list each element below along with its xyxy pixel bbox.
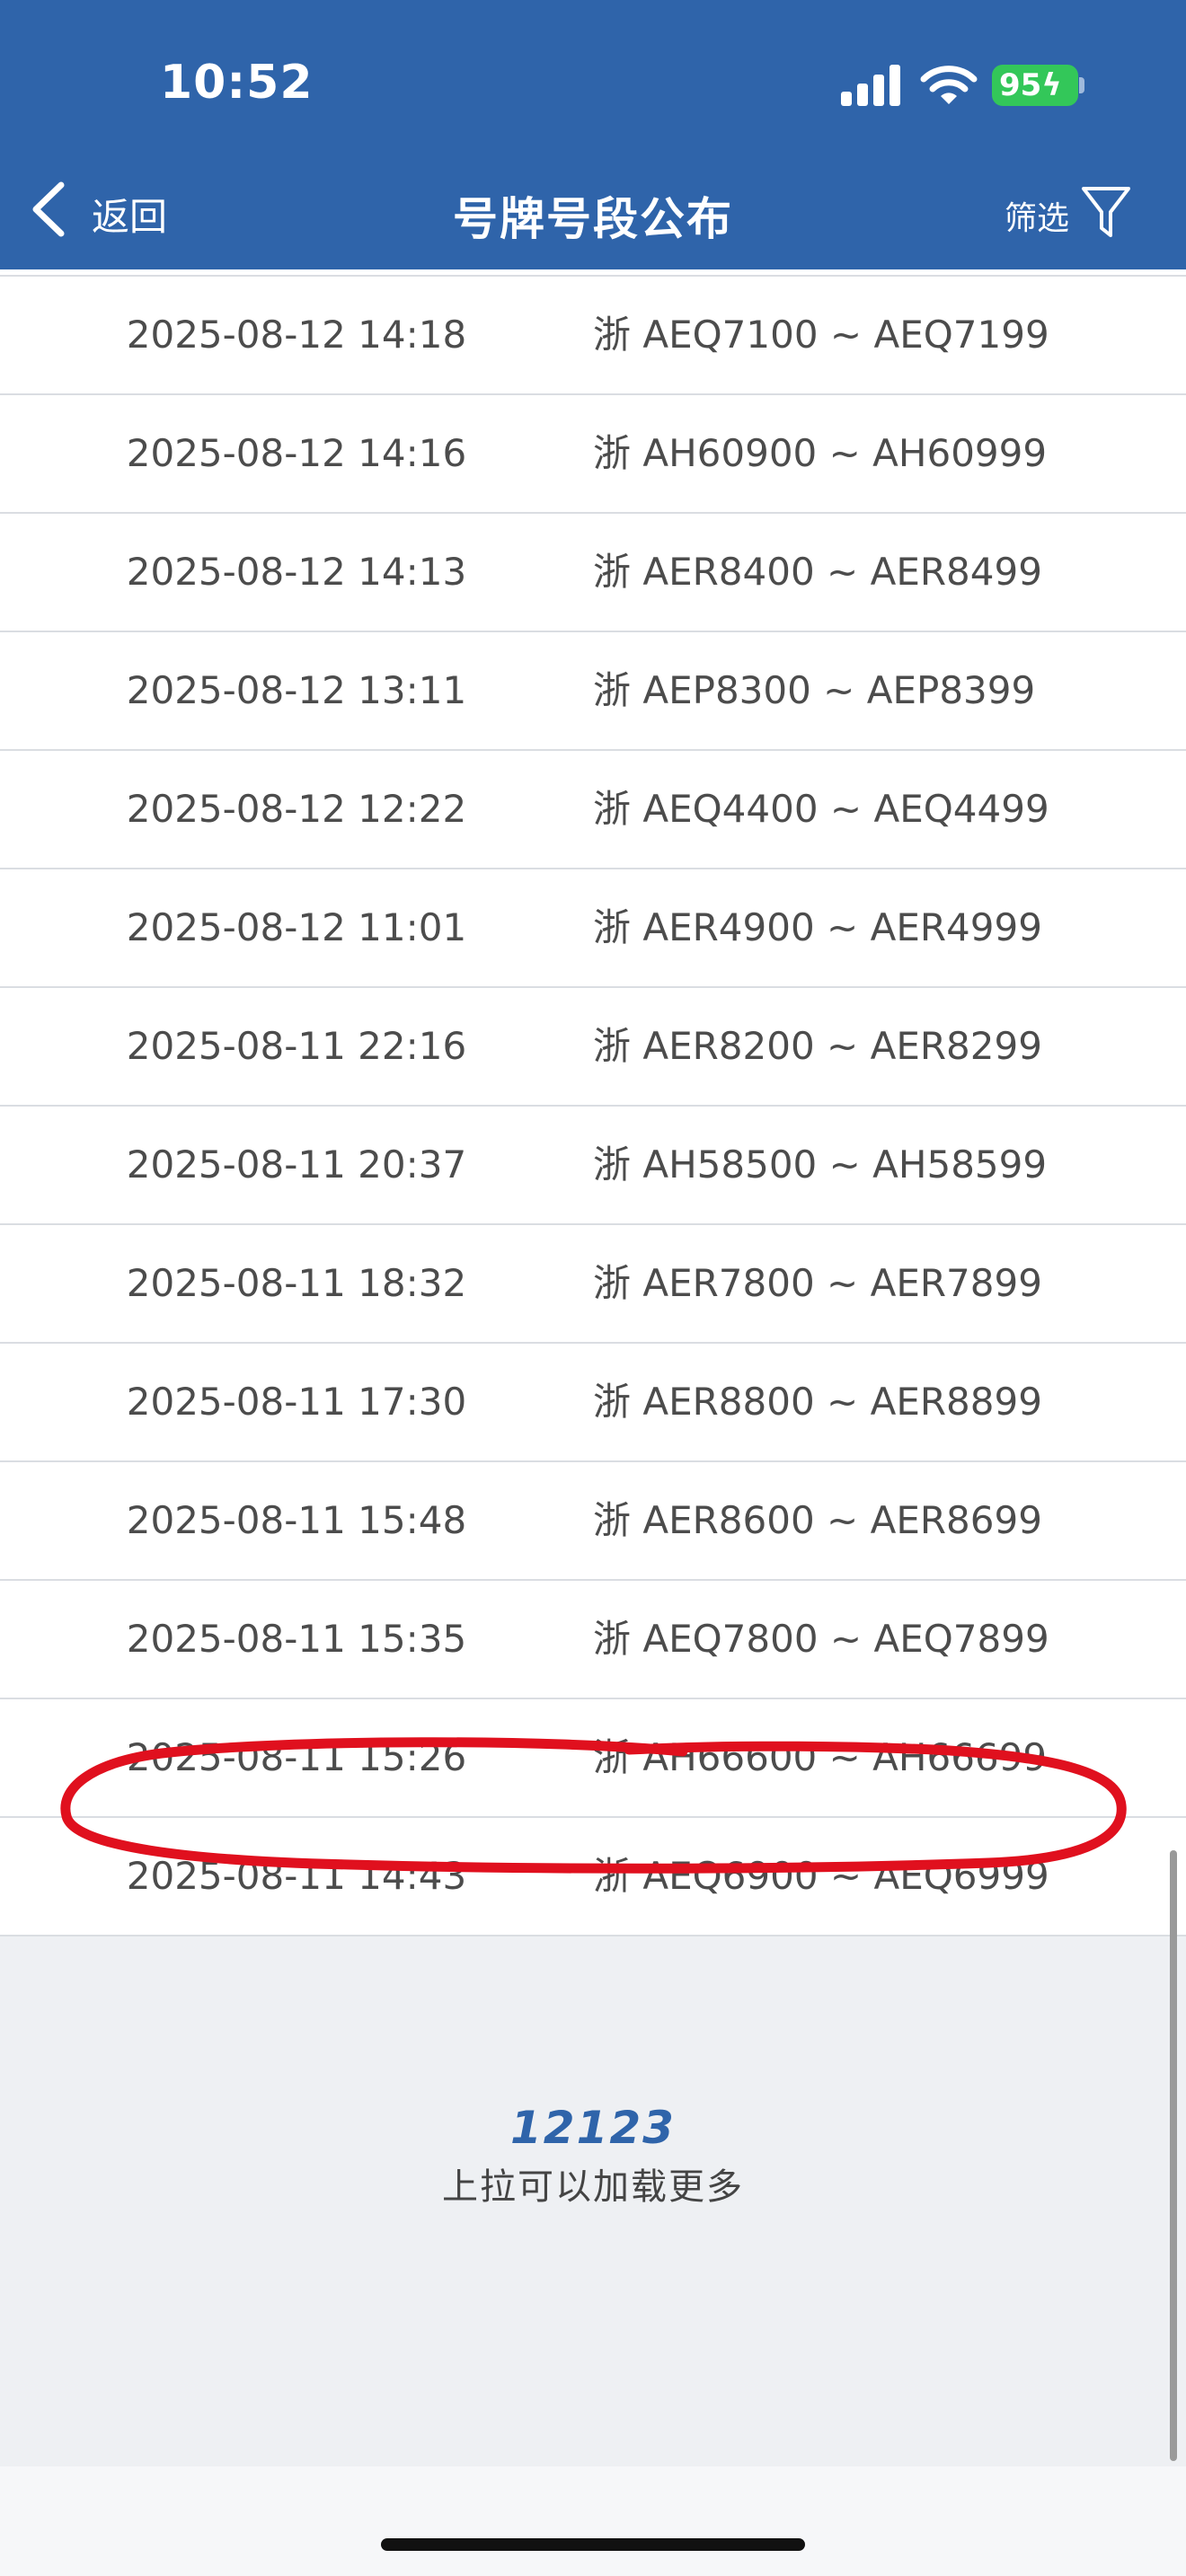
- filter-button[interactable]: 筛选: [997, 176, 1177, 248]
- publish-time: 2025-08-11 17:30: [126, 1380, 467, 1424]
- list-item[interactable]: 2025-08-11 18:32 浙 AER7800 ~ AER7899: [0, 1225, 1186, 1344]
- plate-range: 浙 AEQ6900 ~ AEQ6999: [593, 1854, 1049, 1898]
- publish-time: 2025-08-11 15:48: [126, 1498, 467, 1542]
- list-item[interactable]: 2025-08-12 14:18 浙 AEQ7100 ~ AEQ7199: [0, 277, 1186, 395]
- publish-time: 2025-08-11 15:26: [126, 1735, 467, 1779]
- scrollbar-thumb[interactable]: [1170, 1850, 1177, 2461]
- status-time: 10:52: [160, 56, 314, 110]
- plate-range: 浙 AER4900 ~ AER4999: [593, 905, 1042, 949]
- plate-range: 浙 AEQ7800 ~ AEQ7899: [593, 1617, 1049, 1661]
- publish-time: 2025-08-11 20:37: [126, 1142, 467, 1187]
- plate-range: 浙 AEQ4400 ~ AEQ4499: [593, 787, 1049, 831]
- list-item[interactable]: 2025-08-11 15:48 浙 AER8600 ~ AER8699: [0, 1462, 1186, 1581]
- publish-time: 2025-08-12 14:16: [126, 431, 467, 475]
- publish-time: 2025-08-11 18:32: [126, 1261, 467, 1305]
- list-item[interactable]: 2025-08-11 20:37 浙 AH58500 ~ AH58599: [0, 1107, 1186, 1225]
- load-more-footer[interactable]: 12123 上拉可以加载更多: [0, 1990, 1186, 2466]
- plate-range: 浙 AEP8300 ~ AEP8399: [593, 668, 1036, 712]
- publish-time: 2025-08-11 22:16: [126, 1024, 467, 1068]
- list-item[interactable]: 2025-08-11 14:43 浙 AEQ6900 ~ AEQ6999: [0, 1818, 1186, 1936]
- top-bar: 10:52 95ϟ 返回 号牌号段公布 筛选: [0, 0, 1186, 269]
- list-item[interactable]: 2025-08-12 13:11 浙 AEP8300 ~ AEP8399: [0, 632, 1186, 751]
- cellular-signal-icon: [841, 65, 900, 106]
- list-item[interactable]: 2025-08-12 14:16 浙 AH60900 ~ AH60999: [0, 395, 1186, 514]
- bottom-safe-area: [0, 2466, 1186, 2576]
- charging-bolt-icon: ϟ: [1041, 67, 1062, 103]
- publish-time: 2025-08-11 14:43: [126, 1854, 467, 1898]
- publish-time: 2025-08-12 14:13: [126, 550, 467, 594]
- home-indicator[interactable]: [381, 2538, 805, 2551]
- publish-time: 2025-08-12 13:11: [126, 668, 467, 712]
- load-more-hint: 上拉可以加载更多: [442, 2166, 744, 2208]
- list-item[interactable]: 2025-08-11 22:16 浙 AER8200 ~ AER8299: [0, 988, 1186, 1107]
- wifi-icon: [920, 66, 978, 104]
- plate-range-list: 2025-08-12 16:06浙 AER9800 ~ AER98992025-…: [0, 158, 1186, 1936]
- plate-range: 浙 AER8200 ~ AER8299: [593, 1024, 1042, 1068]
- list-item[interactable]: 2025-08-11 17:30 浙 AER8800 ~ AER8899: [0, 1344, 1186, 1462]
- plate-range: 浙 AER8600 ~ AER8699: [593, 1498, 1042, 1542]
- list-item[interactable]: 2025-08-12 14:13 浙 AER8400 ~ AER8499: [0, 514, 1186, 632]
- filter-funnel-icon: [1082, 187, 1130, 237]
- list-item-highlighted[interactable]: 2025-08-11 15:26 浙 AH66600 ~ AH66699: [0, 1699, 1186, 1818]
- list-item[interactable]: 2025-08-12 12:22 浙 AEQ4400 ~ AEQ4499: [0, 751, 1186, 869]
- publish-time: 2025-08-12 14:18: [126, 313, 467, 357]
- publish-time: 2025-08-12 12:22: [126, 787, 467, 831]
- list-item[interactable]: 2025-08-11 15:35 浙 AEQ7800 ~ AEQ7899: [0, 1581, 1186, 1699]
- battery-icon: 95ϟ: [992, 65, 1078, 106]
- publish-time: 2025-08-11 15:35: [126, 1617, 467, 1661]
- publish-time: 2025-08-12 11:01: [126, 905, 467, 949]
- plate-range: 浙 AEQ7100 ~ AEQ7199: [593, 313, 1049, 357]
- plate-range: 浙 AH66600 ~ AH66699: [593, 1735, 1048, 1779]
- plate-range: 浙 AH60900 ~ AH60999: [593, 431, 1048, 475]
- filter-label: 筛选: [1005, 200, 1070, 237]
- plate-range: 浙 AH58500 ~ AH58599: [593, 1142, 1048, 1187]
- plate-range: 浙 AER8800 ~ AER8899: [593, 1380, 1042, 1424]
- plate-range: 浙 AER8400 ~ AER8499: [593, 550, 1042, 594]
- app-logo-12123: 12123: [510, 2102, 676, 2154]
- list-item[interactable]: 2025-08-12 11:01 浙 AER4900 ~ AER4999: [0, 869, 1186, 988]
- plate-range: 浙 AER7800 ~ AER7899: [593, 1261, 1042, 1305]
- battery-tip: [1079, 77, 1084, 93]
- battery-level: 95: [999, 67, 1042, 103]
